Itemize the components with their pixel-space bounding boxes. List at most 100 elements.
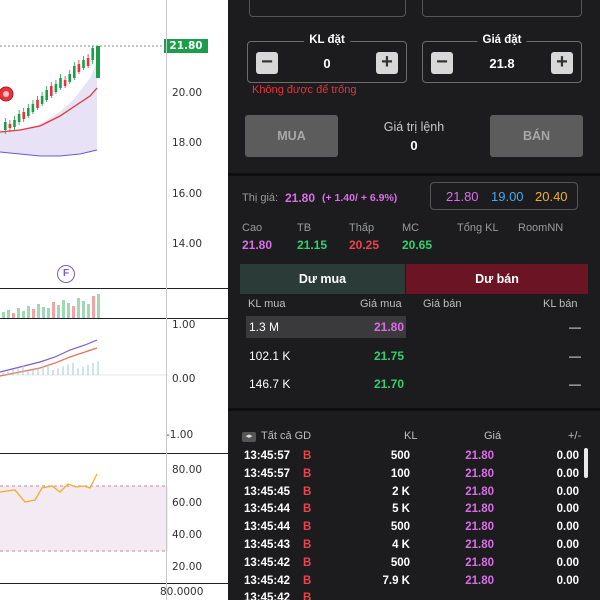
trade-time: 13:45:42 bbox=[244, 556, 291, 569]
trade-price: 21.80 bbox=[465, 556, 494, 569]
trade-volume: 5 K bbox=[392, 503, 410, 516]
collapse-icon[interactable]: ◂▸ bbox=[242, 432, 256, 442]
quantity-plus-button[interactable]: + bbox=[376, 52, 398, 74]
trade-time: 13:45:42 bbox=[244, 592, 291, 600]
trade-change: 0.00 bbox=[556, 521, 579, 534]
trade-row[interactable]: 13:45:44 B 500 21.80 0.00 bbox=[228, 521, 600, 539]
candle-body bbox=[73, 66, 76, 78]
volume-bar bbox=[57, 305, 60, 318]
order-book-row[interactable]: 102.1 K 21.75 bbox=[246, 345, 406, 367]
quantity-stepper[interactable]: KL đặt − 0 + bbox=[247, 34, 407, 83]
candle-body bbox=[59, 78, 62, 88]
header-buy-price: Giá mua bbox=[360, 298, 402, 310]
pane-divider bbox=[0, 453, 228, 454]
volume-bar bbox=[67, 303, 70, 318]
floor-price: 20.40 bbox=[535, 189, 568, 204]
trade-change: 0.00 bbox=[556, 503, 579, 516]
candle-body bbox=[91, 48, 94, 60]
trade-price: 21.80 bbox=[465, 503, 494, 516]
candle-body bbox=[96, 46, 100, 78]
candle-body bbox=[54, 84, 58, 92]
stat-label-room-nn: RoomNN bbox=[518, 222, 564, 234]
trade-row[interactable]: 13:45:57 B 100 21.80 0.00 bbox=[228, 468, 600, 486]
trade-volume: 7.9 K bbox=[382, 574, 411, 587]
price-plus-button[interactable]: + bbox=[551, 52, 573, 74]
volume-bar bbox=[32, 309, 35, 318]
section-divider bbox=[228, 173, 600, 176]
trade-price: 21.80 bbox=[465, 485, 494, 498]
stat-label-avg: TB bbox=[297, 222, 312, 234]
quantity-title: KL đặt bbox=[304, 34, 350, 46]
trading-panel: KL đặt − 0 + Giá đặt − 21.8 + Không được… bbox=[228, 0, 600, 600]
order-value-label: Giá trị lệnh bbox=[383, 120, 445, 134]
macd-axis-label: 1.00 bbox=[172, 319, 196, 331]
trade-time: 13:45:45 bbox=[244, 485, 291, 498]
trade-change: 0.00 bbox=[556, 450, 579, 462]
trade-side: B bbox=[303, 556, 312, 569]
trade-row[interactable]: 13:45:42 B bbox=[228, 592, 600, 600]
trade-list-scrollbar[interactable] bbox=[584, 448, 588, 478]
trade-time: 13:45:57 bbox=[244, 467, 291, 480]
rsi-axis-label: 60.00 bbox=[172, 497, 203, 509]
stock-search-input[interactable] bbox=[249, 0, 406, 17]
trade-price: 21.80 bbox=[465, 574, 494, 587]
trade-price: 21.80 bbox=[465, 450, 494, 462]
trade-change: 0.00 bbox=[556, 467, 579, 480]
rsi-axis-label: 80.00 bbox=[172, 464, 203, 476]
buy-price[interactable]: 21.70 bbox=[374, 377, 404, 391]
trade-change: 0.00 bbox=[556, 556, 579, 569]
candle-body bbox=[4, 122, 7, 130]
price-chart-area[interactable]: 21.80 20.00 18.00 16.00 14.00 F 1.00 0.0… bbox=[0, 0, 228, 600]
price-axis-label: 14.00 bbox=[172, 238, 203, 250]
sell-button[interactable]: BÁN bbox=[490, 115, 583, 157]
header-trade-change: +/- bbox=[568, 430, 582, 442]
volume-bar bbox=[87, 304, 90, 318]
trade-row[interactable]: 13:45:44 B 5 K 21.80 0.00 bbox=[228, 503, 600, 521]
header-trade-price: Giá bbox=[484, 430, 502, 442]
trade-row[interactable]: 13:45:43 B 4 K 21.80 0.00 bbox=[228, 539, 600, 557]
price-axis-label: 16.00 bbox=[172, 188, 203, 200]
financial-event-icon[interactable]: F bbox=[57, 265, 75, 283]
volume-bar bbox=[77, 298, 80, 318]
volume-bar bbox=[27, 306, 30, 318]
trade-time: 13:45:44 bbox=[244, 521, 291, 534]
header-all-trades[interactable]: Tất cả GD bbox=[261, 430, 311, 442]
sell-volume-empty: — bbox=[569, 320, 581, 334]
candle-body bbox=[36, 100, 39, 108]
volume-bar bbox=[52, 302, 55, 318]
buy-volume: 146.7 K bbox=[249, 377, 291, 391]
buy-price[interactable]: 21.75 bbox=[374, 349, 404, 363]
trade-side: B bbox=[303, 574, 312, 587]
volume-bar bbox=[42, 307, 45, 318]
order-book-row[interactable]: 1.3 M 21.80 bbox=[246, 316, 406, 338]
header-sell-volume: KL bán bbox=[543, 298, 578, 310]
buy-price[interactable]: 21.80 bbox=[374, 320, 404, 334]
trade-volume: 500 bbox=[390, 521, 410, 534]
market-change: (+ 1.40/ + 6.9%) bbox=[322, 192, 398, 204]
stat-label-mc: MC bbox=[402, 222, 420, 234]
order-book-row[interactable]: 146.7 K 21.70 bbox=[246, 373, 406, 395]
price-range-box: 21.80 19.00 20.40 bbox=[430, 182, 578, 210]
stat-value-mc: 20.65 bbox=[402, 238, 433, 252]
price-stepper[interactable]: Giá đặt − 21.8 + bbox=[422, 34, 582, 83]
volume-bar bbox=[47, 308, 50, 318]
trade-side: B bbox=[303, 521, 312, 534]
stat-label-total-volume: Tổng KL bbox=[457, 222, 499, 234]
rsi-axis-label: 20.00 bbox=[172, 561, 203, 573]
candle-body bbox=[63, 80, 67, 86]
header-sell-price: Giá bán bbox=[423, 298, 462, 310]
tab-buy-orders[interactable]: Dư mua bbox=[240, 264, 405, 294]
current-price-tag: 21.80 bbox=[164, 39, 208, 53]
tab-sell-orders[interactable]: Dư bán bbox=[406, 264, 588, 294]
stat-label-high: Cao bbox=[242, 222, 263, 234]
trade-row[interactable]: 13:45:45 B 2 K 21.80 0.00 bbox=[228, 486, 600, 504]
account-select[interactable] bbox=[422, 0, 582, 17]
trade-change: 0.00 bbox=[556, 539, 579, 551]
trade-row[interactable]: 13:45:42 B 500 21.80 0.00 bbox=[228, 557, 600, 575]
trade-row[interactable]: 13:45:42 B 7.9 K 21.80 0.00 bbox=[228, 575, 600, 593]
macd-axis-label: -1.00 bbox=[166, 429, 194, 441]
buy-button[interactable]: MUA bbox=[245, 115, 338, 157]
trade-row[interactable]: 13:45:57 B 500 21.80 0.00 bbox=[228, 450, 600, 468]
validation-warning: Không được để trống bbox=[252, 84, 357, 96]
candle-body bbox=[77, 64, 81, 72]
